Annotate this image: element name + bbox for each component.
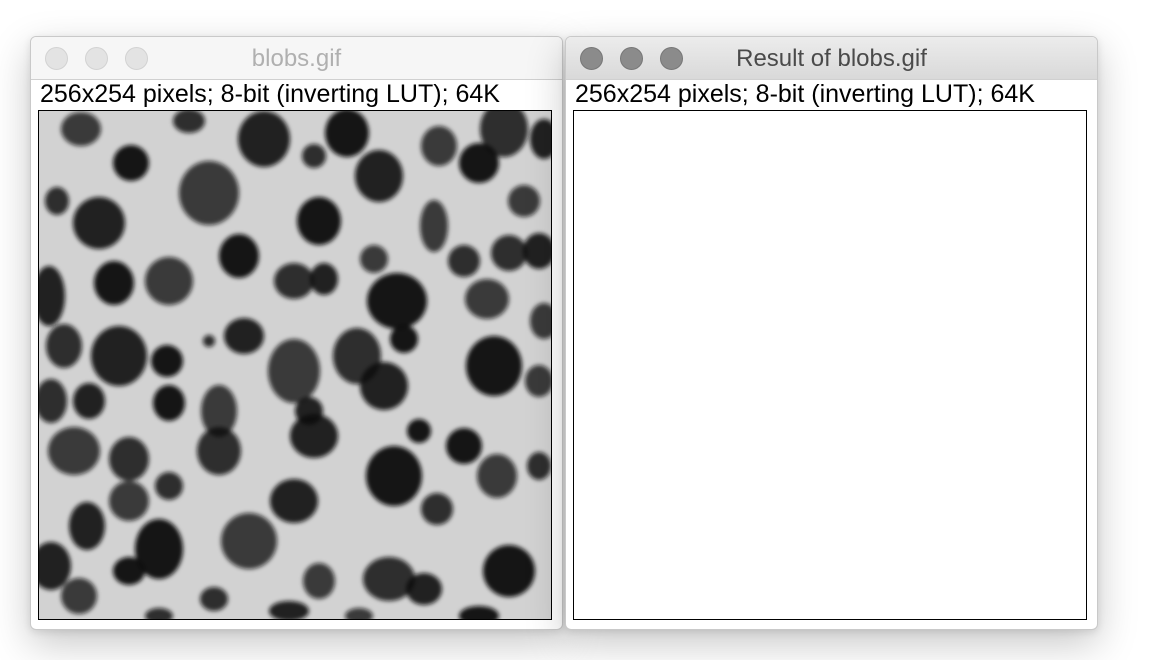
blob [367,273,427,329]
blob [45,187,69,215]
blob [508,185,540,217]
blob [390,325,418,353]
blob [224,318,264,354]
blob [325,111,369,157]
blob [155,472,183,500]
blob [310,263,338,295]
blob [46,324,82,368]
blob [91,326,147,386]
blob [153,385,185,421]
blob [406,573,442,605]
blob [477,454,517,498]
blob [290,414,338,458]
blob [61,578,97,614]
blob [94,261,134,305]
blob [48,427,100,475]
blob [483,545,535,597]
blob [420,200,448,252]
window-title: Result of blobs.gif [736,45,927,72]
title-bar[interactable]: blobs.gif [31,37,562,80]
image-canvas[interactable] [38,110,552,620]
blob [274,263,314,299]
blob [221,513,277,569]
blob [466,336,522,396]
blob [302,144,326,168]
blob [109,481,149,521]
blob [355,150,403,202]
blobs-image-window[interactable]: blobs.gif 256x254 pixels; 8-bit (inverti… [30,36,563,630]
blob [203,335,215,347]
blob [366,446,422,506]
blob [446,428,482,464]
blob [303,563,335,599]
image-info-text: 256x254 pixels; 8-bit (inverting LUT); 6… [575,80,1035,108]
blob [421,126,457,166]
blob [448,245,480,277]
blob [219,234,259,278]
blob [69,502,105,550]
result-image-window[interactable]: Result of blobs.gif 256x254 pixels; 8-bi… [565,36,1098,630]
title-bar[interactable]: Result of blobs.gif [566,37,1097,80]
blobs-image [39,111,551,619]
blob [297,197,341,245]
blob [113,145,149,181]
blob [179,161,239,225]
window-title: blobs.gif [251,45,342,72]
blob [73,383,105,419]
blob [268,339,320,403]
blob [360,245,388,273]
blob [109,437,149,481]
result-canvas[interactable] [573,110,1087,620]
blob [200,587,228,611]
blob [421,493,453,525]
blob [197,427,241,475]
blob [73,197,125,249]
blob [113,557,145,585]
blob [491,235,527,271]
blob [145,257,193,305]
blob [407,419,431,443]
image-info-text: 256x254 pixels; 8-bit (inverting LUT); 6… [40,80,500,108]
blob [151,345,183,377]
blob [61,112,101,146]
blob [360,362,408,410]
blob [527,452,551,480]
blob [465,279,509,319]
blob [238,111,290,167]
blob [270,479,318,523]
blob [459,143,499,183]
